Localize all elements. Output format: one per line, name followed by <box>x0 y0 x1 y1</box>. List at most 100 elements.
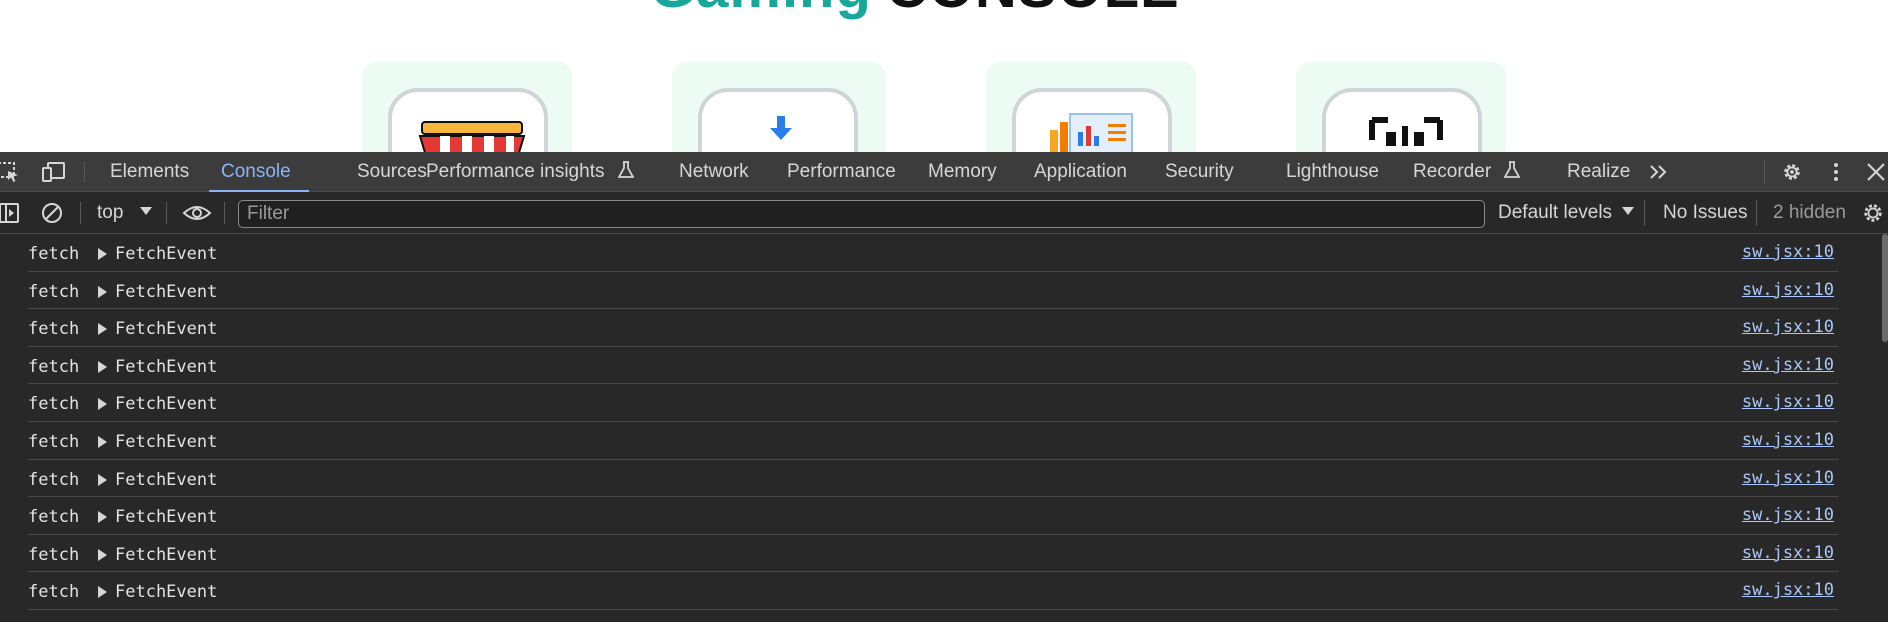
hero-title-word1: Gaming <box>650 0 872 20</box>
console-settings-gear-icon[interactable] <box>1861 202 1885 224</box>
issues-button[interactable]: No Issues <box>1663 192 1747 234</box>
log-object[interactable]: FetchEvent <box>115 432 217 452</box>
feature-card-qr[interactable] <box>1296 62 1506 152</box>
log-object[interactable]: FetchEvent <box>115 357 217 377</box>
qr-icon-box <box>1322 88 1482 152</box>
devtools-tabbar: Elements Console Sources Performance ins… <box>0 152 1888 192</box>
analytics-chart-icon <box>1050 113 1133 152</box>
inspect-element-icon[interactable] <box>0 161 20 183</box>
expand-triangle-icon[interactable] <box>98 473 107 486</box>
log-object[interactable]: FetchEvent <box>115 282 217 302</box>
toolbar-divider <box>1756 200 1757 226</box>
tab-console[interactable]: Console <box>209 152 309 192</box>
live-expression-eye-icon[interactable] <box>182 202 212 224</box>
more-tabs-chevron-icon[interactable] <box>1647 161 1671 183</box>
show-sidebar-icon[interactable] <box>0 202 22 224</box>
tab-elements[interactable]: Elements <box>110 152 189 192</box>
qr-code-icon <box>1369 117 1443 146</box>
source-link[interactable]: sw.jsx:10 <box>1742 468 1834 488</box>
log-object[interactable]: FetchEvent <box>115 582 217 602</box>
context-selector-label: top <box>97 202 124 223</box>
toolbar-divider <box>166 202 167 224</box>
log-message: fetch <box>28 281 80 302</box>
log-object[interactable]: FetchEvent <box>115 470 217 490</box>
log-object[interactable]: FetchEvent <box>115 319 217 339</box>
tab-memory[interactable]: Memory <box>928 152 997 192</box>
log-message: fetch <box>28 507 80 528</box>
experiment-flask-icon <box>1504 161 1521 178</box>
log-row[interactable]: fetch FetchEvent sw.jsx:10 <box>28 497 1838 535</box>
log-object[interactable]: FetchEvent <box>115 507 217 527</box>
expand-triangle-icon[interactable] <box>98 586 107 599</box>
log-message: fetch <box>28 319 80 340</box>
more-options-kebab-icon[interactable] <box>1824 161 1848 183</box>
source-link[interactable]: sw.jsx:10 <box>1742 543 1834 563</box>
expand-triangle-icon[interactable] <box>98 360 107 373</box>
source-link[interactable]: sw.jsx:10 <box>1742 317 1834 337</box>
device-toolbar-icon[interactable] <box>42 161 66 183</box>
source-link[interactable]: sw.jsx:10 <box>1742 392 1834 412</box>
feature-card-analytics[interactable] <box>986 62 1196 152</box>
devtools-panel: Elements Console Sources Performance ins… <box>0 152 1888 622</box>
toolbar-divider <box>1644 200 1645 226</box>
log-row[interactable]: fetch FetchEvent sw.jsx:10 <box>28 460 1838 498</box>
hero-title: Gaming CONSOLE <box>650 0 1180 21</box>
tabbar-divider <box>84 162 85 182</box>
tab-network[interactable]: Network <box>679 152 749 192</box>
settings-gear-icon[interactable] <box>1780 161 1804 183</box>
hero-title-word2: CONSOLE <box>886 0 1180 20</box>
source-link[interactable]: sw.jsx:10 <box>1742 430 1834 450</box>
log-message: fetch <box>28 394 80 415</box>
feature-card-store[interactable] <box>362 62 572 152</box>
web-page: Gaming CONSOLE <box>0 0 1888 152</box>
console-toolbar: top Filter Default levels No Issues 2 hi… <box>0 192 1888 234</box>
analytics-icon-box <box>1012 88 1172 152</box>
tab-recorder-label: Recorder <box>1413 161 1492 182</box>
log-row[interactable]: fetch FetchEvent sw.jsx:10 <box>28 535 1838 573</box>
tab-lighthouse[interactable]: Lighthouse <box>1286 152 1379 192</box>
expand-triangle-icon[interactable] <box>98 323 107 336</box>
feature-card-download[interactable] <box>672 62 886 152</box>
clear-console-icon[interactable] <box>40 202 64 224</box>
log-object[interactable]: FetchEvent <box>115 394 217 414</box>
console-scrollbar[interactable] <box>1882 234 1888 342</box>
log-row[interactable]: fetch FetchEvent sw.jsx:10 <box>28 384 1838 422</box>
experiment-flask-icon <box>617 161 634 178</box>
close-icon[interactable] <box>1864 161 1888 183</box>
log-row[interactable]: fetch FetchEvent sw.jsx:10 <box>28 309 1838 347</box>
source-link[interactable]: sw.jsx:10 <box>1742 580 1834 600</box>
log-object[interactable]: FetchEvent <box>115 545 217 565</box>
tab-performance[interactable]: Performance <box>787 152 896 192</box>
source-link[interactable]: sw.jsx:10 <box>1742 355 1834 375</box>
log-row[interactable]: fetch FetchEvent sw.jsx:10 <box>28 572 1838 610</box>
source-link[interactable]: sw.jsx:10 <box>1742 280 1834 300</box>
toolbar-divider <box>224 202 225 224</box>
log-row[interactable]: fetch FetchEvent sw.jsx:10 <box>28 422 1838 460</box>
log-row[interactable]: fetch FetchEvent sw.jsx:10 <box>28 234 1838 272</box>
tab-sources[interactable]: Sources <box>357 152 427 192</box>
download-icon-box <box>698 88 858 152</box>
log-message: fetch <box>28 582 80 603</box>
log-row[interactable]: fetch FetchEvent sw.jsx:10 <box>28 347 1838 385</box>
context-selector[interactable]: top <box>97 192 153 234</box>
expand-triangle-icon[interactable] <box>98 548 107 561</box>
expand-triangle-icon[interactable] <box>98 398 107 411</box>
tab-realize[interactable]: Realize <box>1567 152 1630 192</box>
tabbar-divider <box>1764 160 1765 184</box>
source-link[interactable]: sw.jsx:10 <box>1742 505 1834 525</box>
default-levels-dropdown[interactable]: Default levels <box>1498 192 1635 234</box>
tab-performance-insights[interactable]: Performance insights <box>426 152 634 192</box>
tab-application[interactable]: Application <box>1034 152 1127 192</box>
expand-triangle-icon[interactable] <box>98 435 107 448</box>
expand-triangle-icon[interactable] <box>98 285 107 298</box>
source-link[interactable]: sw.jsx:10 <box>1742 242 1834 262</box>
tab-security[interactable]: Security <box>1165 152 1234 192</box>
download-arrow-icon <box>770 116 792 140</box>
log-row[interactable]: fetch FetchEvent sw.jsx:10 <box>28 272 1838 310</box>
log-message: fetch <box>28 356 80 377</box>
expand-triangle-icon[interactable] <box>98 248 107 260</box>
expand-triangle-icon[interactable] <box>98 511 107 524</box>
filter-input[interactable]: Filter <box>238 200 1485 228</box>
tab-recorder[interactable]: Recorder <box>1413 152 1521 192</box>
log-object[interactable]: FetchEvent <box>115 244 217 264</box>
